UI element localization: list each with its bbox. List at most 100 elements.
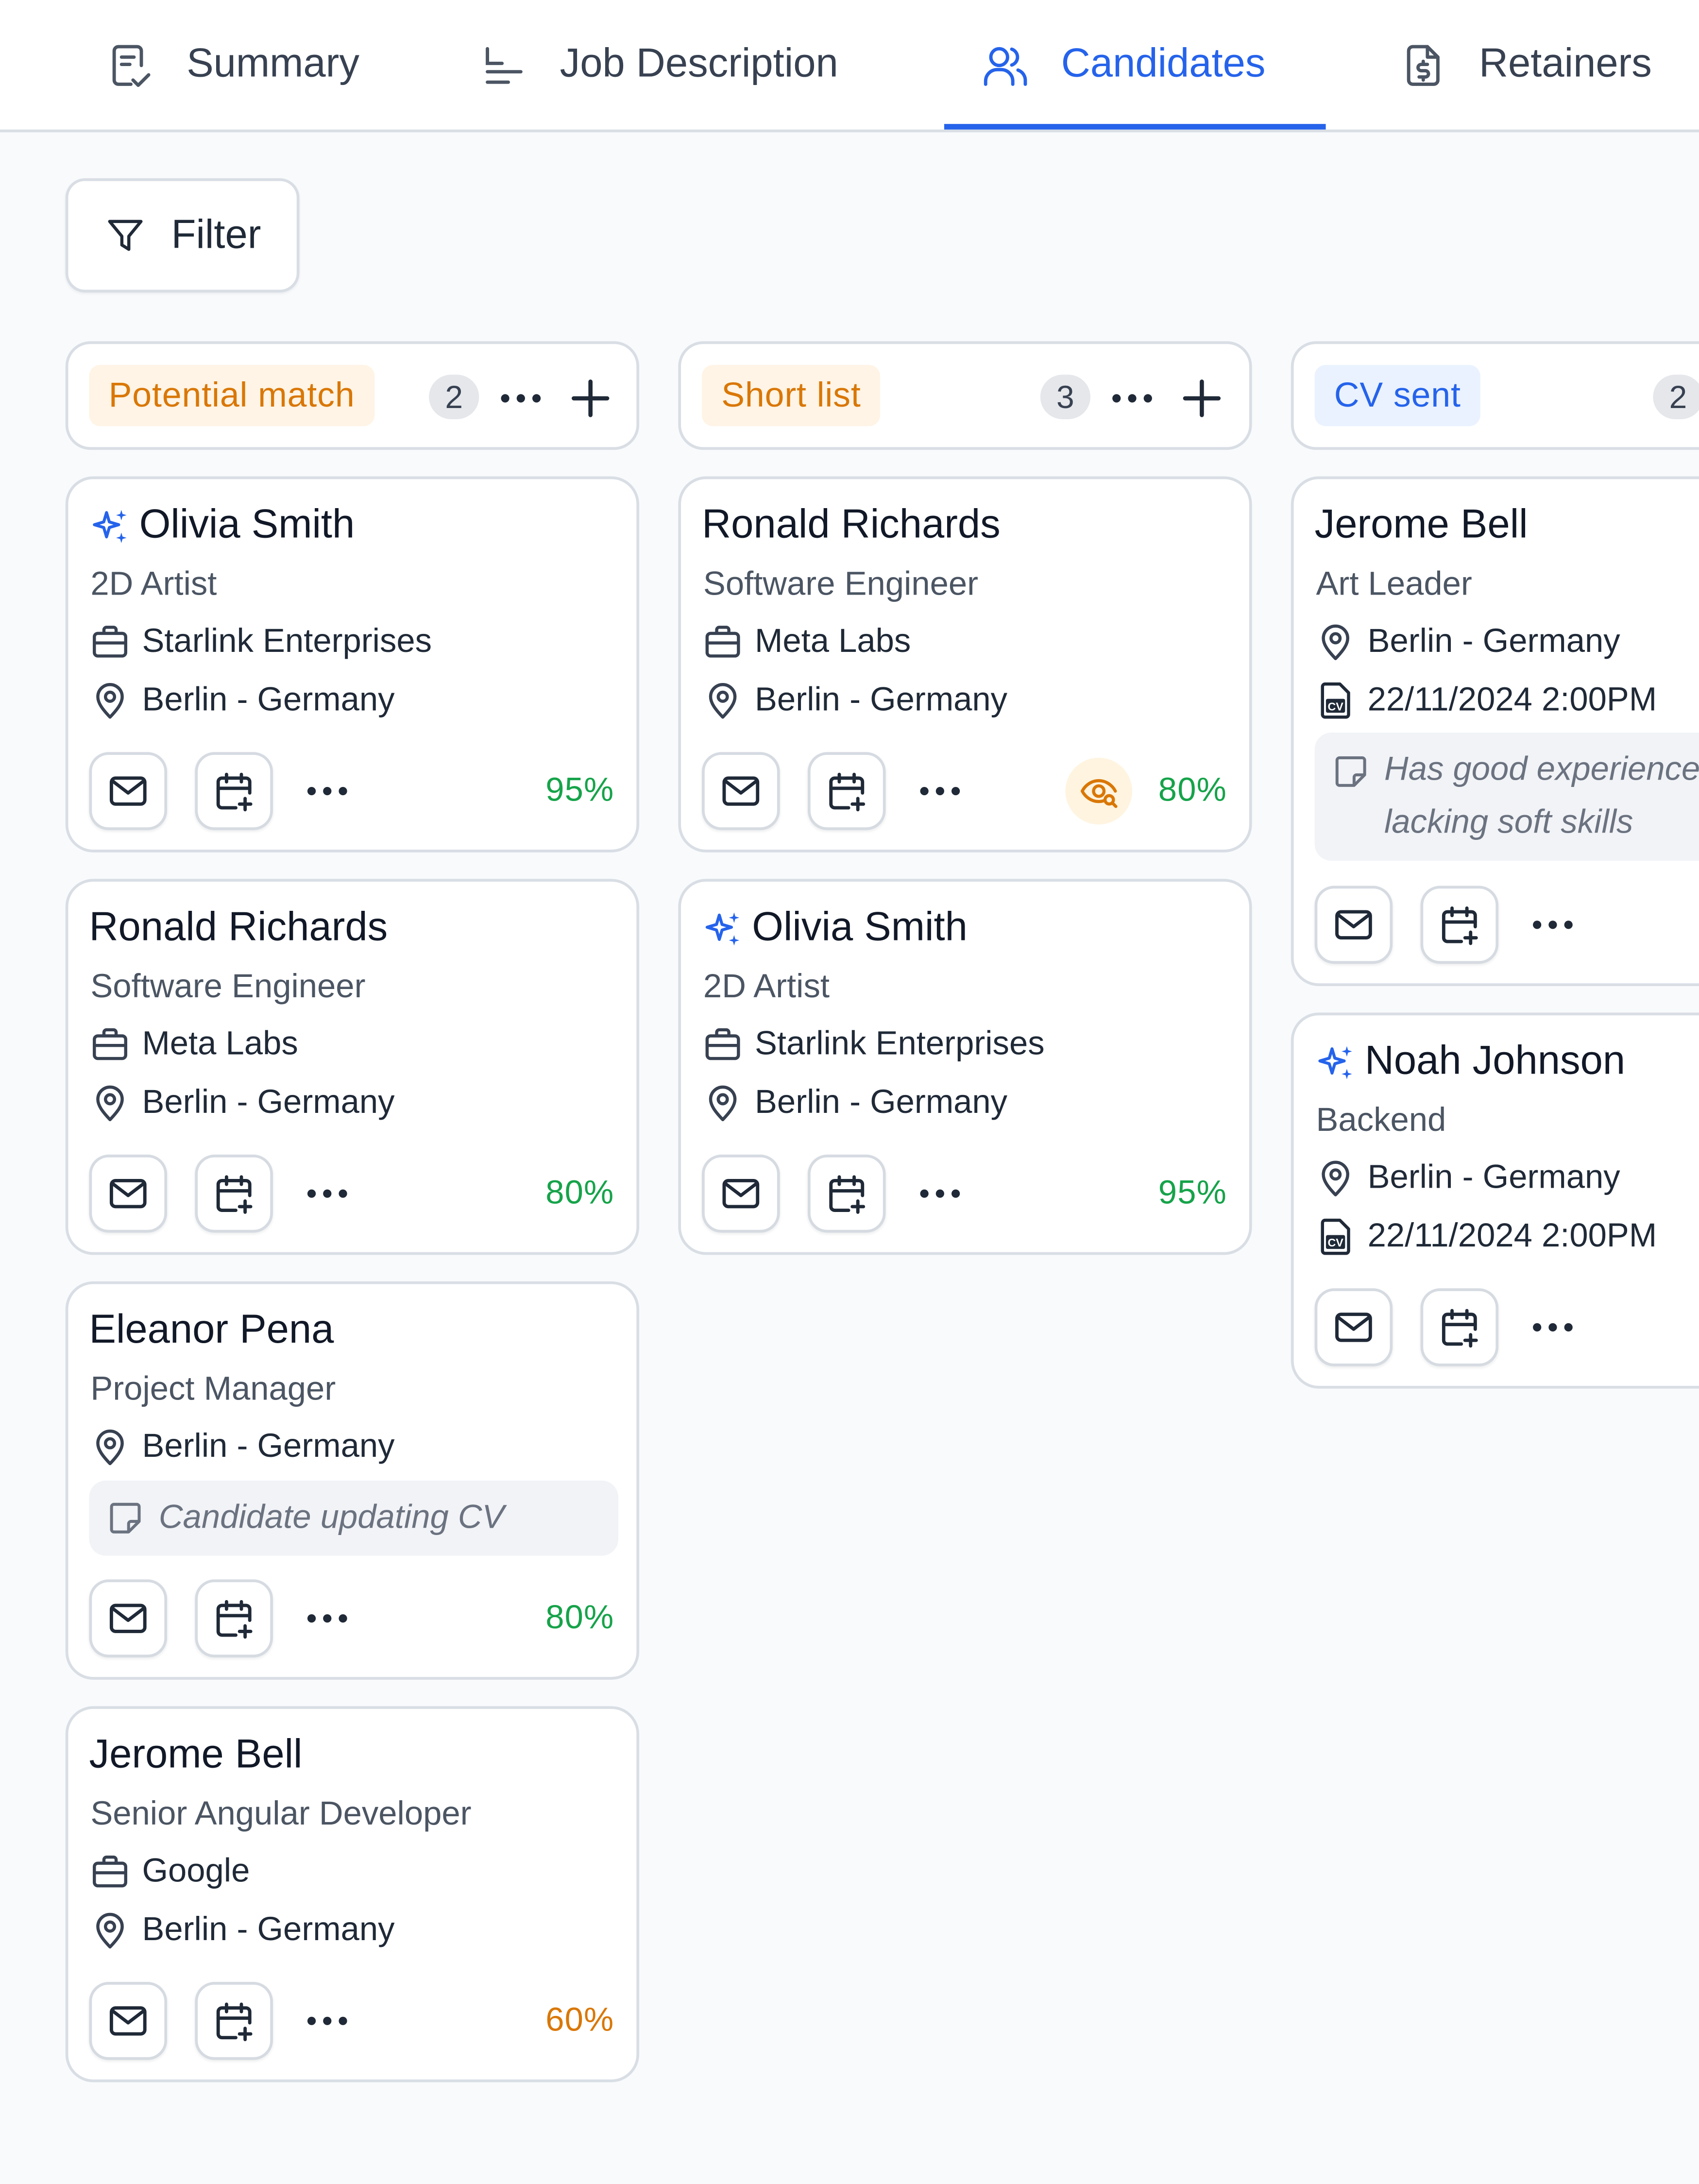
candidate-name: Jerome Bell — [89, 1732, 303, 1777]
candidate-role: 2D Artist — [90, 565, 217, 603]
status-badge: CV sent — [1314, 365, 1480, 427]
ai-sparkle-icon — [89, 505, 131, 546]
more-horizontal-icon[interactable] — [302, 766, 352, 816]
clipboard-check-icon — [112, 44, 151, 86]
calendar-plus-icon — [1437, 1305, 1482, 1350]
more-horizontal-icon[interactable] — [915, 1169, 965, 1219]
candidate-note: Has good experience but lacking soft ski… — [1314, 733, 1699, 861]
map-pin-icon — [89, 1426, 131, 1468]
briefcase-icon — [89, 621, 131, 663]
mail-icon — [1331, 1305, 1376, 1350]
schedule-button[interactable] — [1420, 1288, 1499, 1366]
candidate-card[interactable]: Noah Johnson Backend Berlin - Germany 22… — [1291, 1012, 1699, 1389]
mail-icon — [718, 1171, 763, 1216]
candidate-company: Google — [89, 1851, 250, 1893]
tab-candidates[interactable]: Candidates — [981, 0, 1265, 130]
candidate-role: Senior Angular Developer — [90, 1795, 472, 1833]
tab-retainers[interactable]: Retainers — [1398, 0, 1652, 130]
cv-sent-date: 22/11/2024 2:00PM — [1315, 1216, 1657, 1258]
candidate-name: Eleanor Pena — [89, 1308, 334, 1353]
candidate-location: Berlin - Germany — [89, 1426, 395, 1468]
email-button[interactable] — [1314, 886, 1393, 964]
tab-job-description[interactable]: Job Description — [479, 0, 838, 130]
tab-summary[interactable]: Summary — [106, 0, 359, 130]
map-pin-icon — [702, 1082, 744, 1124]
add-candidate-icon[interactable] — [1177, 373, 1227, 423]
briefcase-icon — [702, 1024, 744, 1065]
more-horizontal-icon[interactable] — [496, 373, 546, 423]
tab-label: Job Description — [560, 42, 838, 86]
candidate-location: Berlin - Germany — [89, 680, 395, 721]
more-horizontal-icon[interactable] — [302, 1593, 352, 1643]
email-button[interactable] — [702, 752, 780, 830]
candidate-role: Software Engineer — [703, 565, 979, 603]
email-button[interactable] — [702, 1154, 780, 1233]
candidate-card[interactable]: Ronald Richards Software Engineer Meta L… — [678, 476, 1252, 853]
schedule-button[interactable] — [195, 1579, 273, 1657]
calendar-plus-icon — [1437, 903, 1482, 947]
candidate-company: Starlink Enterprises — [702, 1024, 1045, 1065]
tab-label: Summary — [187, 42, 359, 86]
email-button[interactable] — [89, 1154, 168, 1233]
schedule-button[interactable] — [807, 1154, 886, 1233]
schedule-button[interactable] — [195, 752, 273, 830]
schedule-button[interactable] — [1420, 886, 1499, 964]
candidate-card[interactable]: Olivia Smith 2D Artist Starlink Enterpri… — [678, 879, 1252, 1255]
email-button[interactable] — [1314, 1288, 1393, 1366]
mail-icon — [106, 769, 151, 814]
candidate-card[interactable]: Eleanor Pena Project Manager Berlin - Ge… — [65, 1281, 640, 1680]
candidate-name: Ronald Richards — [702, 503, 1001, 547]
filter-icon — [108, 220, 143, 251]
filter-button[interactable]: Filter — [65, 178, 300, 293]
calendar-plus-icon — [212, 1596, 256, 1641]
email-button[interactable] — [89, 1982, 168, 2060]
calendar-plus-icon — [212, 1998, 256, 2043]
briefcase-icon — [89, 1024, 131, 1065]
candidate-name: Ronald Richards — [89, 905, 388, 950]
column-count: 3 — [1040, 375, 1091, 420]
match-score: 80% — [545, 1174, 614, 1212]
align-left-icon — [486, 46, 523, 84]
candidate-card[interactable]: Ronald Richards Software Engineer Meta L… — [65, 879, 640, 1255]
mail-icon — [718, 769, 763, 814]
candidate-location: Berlin - Germany — [89, 1910, 395, 1951]
candidate-card[interactable]: Jerome Bell Senior Angular Developer Goo… — [65, 1706, 640, 2082]
add-candidate-icon[interactable] — [565, 373, 615, 423]
cv-file-icon — [1315, 1216, 1357, 1258]
schedule-button[interactable] — [807, 752, 886, 830]
candidate-card[interactable]: Jerome Bell Art Leader Berlin - Germany … — [1291, 476, 1699, 986]
more-horizontal-icon[interactable] — [1107, 373, 1157, 423]
column-header-potential-match: Potential match 2 — [65, 341, 640, 450]
calendar-plus-icon — [212, 769, 256, 814]
sticky-note-icon — [1331, 752, 1370, 791]
match-score: 60% — [545, 2001, 614, 2039]
ai-sparkle-icon — [702, 907, 744, 949]
filter-label: Filter — [171, 212, 261, 257]
map-pin-icon — [1315, 621, 1357, 663]
more-horizontal-icon[interactable] — [1528, 1302, 1578, 1352]
email-button[interactable] — [89, 1579, 168, 1657]
schedule-button[interactable] — [195, 1982, 273, 2060]
more-horizontal-icon[interactable] — [1528, 900, 1578, 950]
more-horizontal-icon[interactable] — [302, 1996, 352, 2046]
candidates-board-page: Summary Job Description Candidates Retai… — [0, 0, 1699, 2184]
mail-icon — [106, 1596, 151, 1641]
candidate-location: Berlin - Germany — [1315, 1158, 1620, 1199]
candidate-location: Berlin - Germany — [702, 1082, 1007, 1124]
calendar-plus-icon — [824, 769, 869, 814]
candidate-company: Starlink Enterprises — [89, 621, 432, 663]
cv-sent-date: 22/11/2024 2:00PM — [1315, 680, 1657, 721]
more-horizontal-icon[interactable] — [302, 1169, 352, 1219]
mail-icon — [106, 1998, 151, 2043]
candidate-role: Software Engineer — [90, 968, 366, 1006]
match-score: 95% — [1158, 1174, 1227, 1212]
schedule-button[interactable] — [195, 1154, 273, 1233]
match-score: 95% — [545, 771, 614, 809]
candidate-card[interactable]: Olivia Smith 2D Artist Starlink Enterpri… — [65, 476, 640, 853]
mail-icon — [106, 1171, 151, 1216]
tab-label: Retainers — [1478, 42, 1652, 86]
more-horizontal-icon[interactable] — [915, 766, 965, 816]
mail-icon — [1331, 903, 1376, 947]
email-button[interactable] — [89, 752, 168, 830]
status-badge: Potential match — [89, 365, 374, 427]
